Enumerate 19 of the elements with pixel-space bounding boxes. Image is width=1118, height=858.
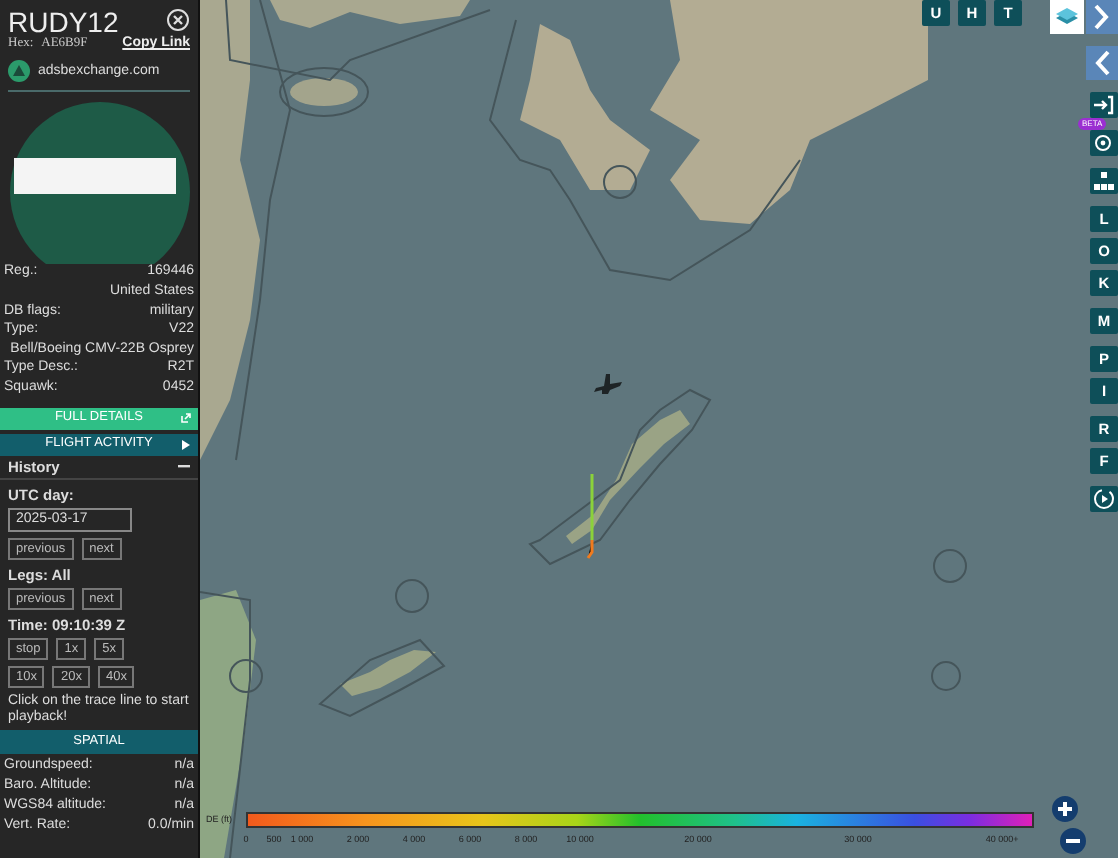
layers-button[interactable] — [1050, 0, 1084, 34]
flight-trace-line — [586, 472, 598, 560]
aircraft-icon — [592, 372, 624, 396]
replay-icon — [1090, 486, 1118, 512]
hierarchy-icon — [1090, 168, 1118, 194]
settings-button[interactable] — [1090, 130, 1118, 156]
login-button[interactable] — [1090, 92, 1118, 118]
login-icon — [1090, 92, 1118, 118]
external-link-icon — [180, 411, 192, 424]
hierarchy-button[interactable] — [1090, 168, 1118, 194]
expand-button[interactable] — [1086, 0, 1118, 34]
collapse-button[interactable] — [1086, 46, 1118, 80]
layers-icon — [1056, 8, 1078, 26]
replay-button[interactable] — [1090, 486, 1118, 512]
plus-icon — [1056, 800, 1074, 818]
callsign: RUDY12 — [8, 8, 119, 36]
close-icon[interactable] — [166, 8, 190, 32]
triangle-icon — [182, 439, 190, 450]
logo-icon — [8, 60, 30, 83]
